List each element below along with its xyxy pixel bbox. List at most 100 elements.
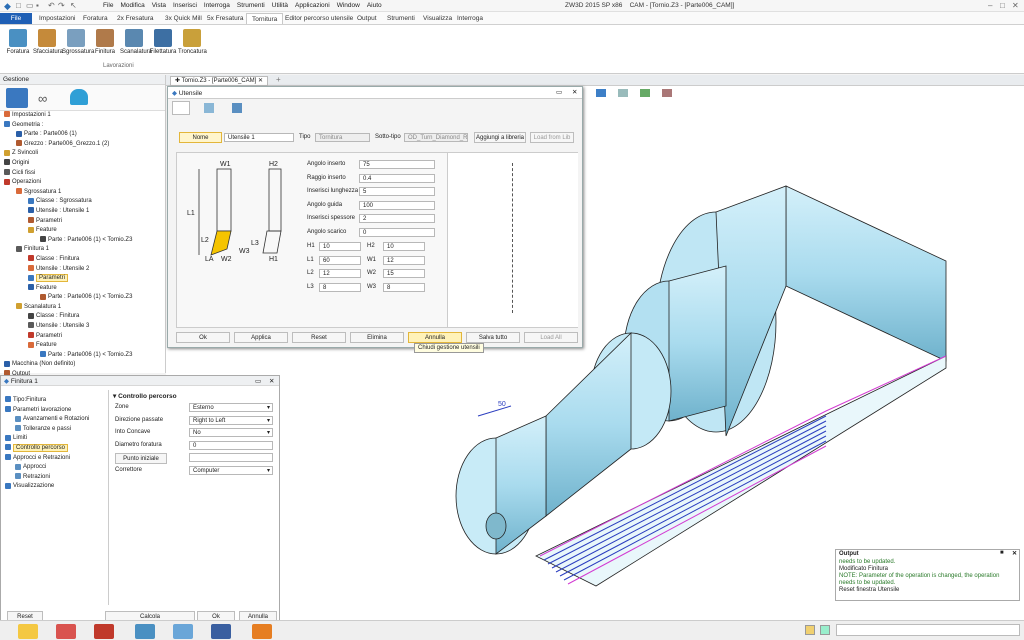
finitura-tree-node[interactable]: Approcci xyxy=(5,463,105,473)
ribbon-button-sfacciatura[interactable]: Sfacciatura xyxy=(33,29,63,55)
ribbon-tab-3x-quick-mill[interactable]: 3x Quick Mill xyxy=(160,13,207,24)
tree-node[interactable]: Utensile : Utensile 1 xyxy=(0,207,165,217)
tree-node[interactable]: Macchina (Non definito) xyxy=(0,360,165,370)
tree-node[interactable]: Feature xyxy=(0,341,165,351)
load-from-lib-button[interactable]: Load from Lib xyxy=(530,132,574,143)
property-value[interactable]: Computer ▾ xyxy=(189,465,273,475)
ribbon-button-scanalatura[interactable]: Scanalatura xyxy=(120,29,152,55)
tree-node[interactable]: Parte : Parte006 (1) < Tornio.Z3 xyxy=(0,351,165,361)
property-value[interactable]: Esterno ▾ xyxy=(189,403,273,412)
ribbon-tab-foratura[interactable]: Foratura xyxy=(78,13,113,24)
tree-node[interactable]: Impostazioni 1 xyxy=(0,111,165,121)
finitura-tree-node[interactable]: Parametri lavorazione xyxy=(5,406,105,416)
salva-tutto-button[interactable]: Salva tutto xyxy=(466,332,520,343)
tool-tab-insert-icon[interactable] xyxy=(232,103,242,113)
status-toggle-icon[interactable] xyxy=(805,625,815,635)
tree-node[interactable]: Parametri xyxy=(0,332,165,342)
tool-param-field[interactable]: 100 xyxy=(359,200,435,210)
tree-node[interactable]: Sgrossatura 1 xyxy=(0,188,165,198)
tree-node[interactable]: Parametri xyxy=(0,274,165,284)
output-pin-icon[interactable]: ■ xyxy=(1000,550,1004,556)
dialog-restore-icon[interactable]: ▭ xyxy=(556,88,562,96)
reset-button[interactable]: Reset xyxy=(292,332,346,343)
tree-node[interactable]: Scanalatura 1 xyxy=(0,303,165,313)
ribbon-button-finitura[interactable]: Finitura xyxy=(91,29,119,55)
finitura-restore-icon[interactable]: ▭ xyxy=(255,377,261,385)
tool-dim-field[interactable]: 60 xyxy=(319,255,361,265)
tree-node[interactable]: Feature xyxy=(0,284,165,294)
property-value[interactable]: Right to Left ▾ xyxy=(189,415,273,425)
dialog-close-icon[interactable]: ✕ xyxy=(572,88,577,96)
menu-inserisci[interactable]: Inserisci xyxy=(173,2,197,9)
status-save-icon[interactable] xyxy=(211,624,231,639)
finitura-tree-node[interactable]: Limiti xyxy=(5,434,105,444)
minimize-icon[interactable]: – xyxy=(988,1,992,10)
nome-button[interactable]: Nome xyxy=(179,132,222,143)
quick-open-icon[interactable]: ▭ xyxy=(26,1,34,10)
tree-node[interactable]: Cicli fissi xyxy=(0,168,165,179)
tree-node[interactable]: Classe : Sgrossatura xyxy=(0,197,165,207)
tool-param-field[interactable]: 0.4 xyxy=(359,173,435,183)
ribbon-tab-2x-fresatura[interactable]: 2x Fresatura xyxy=(112,13,159,24)
tool-dim-field[interactable]: 10 xyxy=(383,242,425,251)
ribbon-tab-5x-fresatura[interactable]: 5x Fresatura xyxy=(202,13,249,24)
tree-node[interactable]: Classe : Finitura xyxy=(0,312,165,322)
elimina-button[interactable]: Elimina xyxy=(350,332,404,343)
select-icon[interactable]: ↖ xyxy=(70,1,77,10)
tool-dim-field[interactable]: 12 xyxy=(383,255,425,265)
tree-node[interactable]: Operazioni xyxy=(0,178,165,188)
ok-button[interactable]: Ok xyxy=(176,332,230,343)
tree-node[interactable]: Feature xyxy=(0,226,165,236)
tool-tab-holder-icon[interactable] xyxy=(204,103,214,113)
command-input[interactable] xyxy=(836,624,1020,636)
tool-param-field[interactable]: 75 xyxy=(359,160,435,169)
status-hint-icon[interactable] xyxy=(18,624,38,639)
tree-node[interactable]: Utensile : Utensile 3 xyxy=(0,322,165,332)
tool-dim-field[interactable]: 15 xyxy=(383,269,425,278)
add-to-library-button[interactable]: Aggiungi a libreria xyxy=(474,132,526,143)
undo-icon[interactable]: ↶ xyxy=(48,1,55,10)
tool-param-field[interactable]: 2 xyxy=(359,214,435,223)
ribbon-button-troncatura[interactable]: Troncatura xyxy=(178,29,207,55)
manager-tab-cam-icon[interactable] xyxy=(6,88,28,108)
tree-node[interactable]: Parte : Parte006 (1) xyxy=(0,130,165,140)
property-value[interactable]: No ▾ xyxy=(189,428,273,438)
tree-node[interactable]: Grezzo : Parte006_Grezzo.1 (2) xyxy=(0,140,165,150)
document-tab[interactable]: ✚ Tornio.Z3 - [Parte006_CAM] ✕ xyxy=(170,76,268,86)
ribbon-tab-tornitura[interactable]: Tornitura xyxy=(246,13,284,24)
tool-dim-field[interactable]: 12 xyxy=(319,269,361,278)
menu-strumenti[interactable]: Strumenti xyxy=(237,2,265,9)
tree-node[interactable]: Parte : Parte006 (1) < Tornio.Z3 xyxy=(0,236,165,246)
tree-node[interactable]: Parte : Parte006 (1) < Tornio.Z3 xyxy=(0,293,165,303)
nome-field[interactable]: Utensile 1 xyxy=(224,133,294,142)
ribbon-tab-impostazioni[interactable]: Impostazioni xyxy=(34,13,81,24)
tool-dim-field[interactable]: 10 xyxy=(319,242,361,251)
menu-modifica[interactable]: Modifica xyxy=(120,2,144,9)
menu-utilit[interactable]: Utilità xyxy=(272,2,288,9)
new-tab-icon[interactable]: + xyxy=(276,75,281,84)
finitura-tree-node[interactable]: Controllo percorso xyxy=(5,443,105,454)
tool-dim-field[interactable]: 8 xyxy=(383,282,425,292)
quick-save-icon[interactable]: ▪ xyxy=(36,1,39,10)
tool-param-field[interactable]: 5 xyxy=(359,187,435,196)
close-icon[interactable]: ✕ xyxy=(1012,1,1019,10)
maximize-icon[interactable]: □ xyxy=(1000,1,1005,10)
tool-dim-field[interactable]: 8 xyxy=(319,282,361,292)
quick-new-icon[interactable]: □ xyxy=(16,1,21,10)
tipo-field[interactable]: Tornitura xyxy=(315,133,370,142)
menu-file[interactable]: File xyxy=(103,2,113,9)
applica-button[interactable]: Applica xyxy=(234,332,288,343)
status-exit-icon[interactable] xyxy=(252,624,272,639)
tree-node[interactable]: Geometria : xyxy=(0,121,165,131)
sottotipo-field[interactable]: OD_Turn_Diamond_R xyxy=(404,133,468,142)
tree-node[interactable]: Utensile : Utensile 2 xyxy=(0,264,165,275)
status-sketch-icon[interactable] xyxy=(56,624,76,639)
property-value[interactable]: 0 xyxy=(189,440,273,450)
ribbon-tab-output[interactable]: Output xyxy=(352,13,382,24)
ribbon-tab-file[interactable]: File xyxy=(0,13,32,24)
status-path-icon[interactable] xyxy=(94,624,114,639)
finitura-tree-node[interactable]: Tolleranze e passi xyxy=(5,425,105,435)
ribbon-button-sgrossatura[interactable]: Sgrossatura xyxy=(62,29,94,55)
menu-window[interactable]: Window xyxy=(337,2,360,9)
annulla-button[interactable]: Annulla xyxy=(408,332,462,343)
